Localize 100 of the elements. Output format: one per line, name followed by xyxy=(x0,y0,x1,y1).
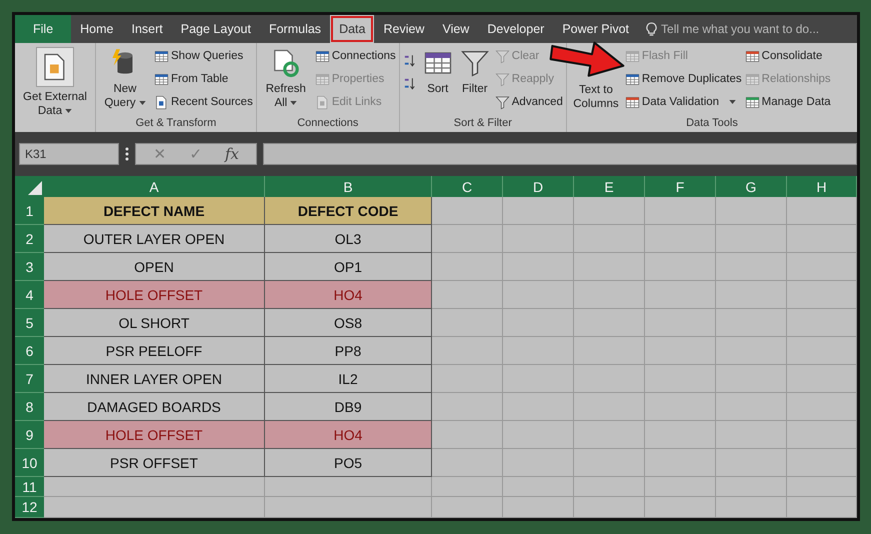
ribbon-tab[interactable]: Home xyxy=(71,15,122,43)
table-cell xyxy=(716,421,787,449)
row-header[interactable]: 4 xyxy=(15,281,44,309)
table-cell xyxy=(787,281,857,309)
ribbon-button[interactable]: Text to Columns xyxy=(568,83,623,111)
ribbon-tab[interactable]: Insert xyxy=(122,15,172,43)
column-header[interactable]: A xyxy=(44,176,265,197)
ribbon-tab[interactable]: Data xyxy=(330,15,374,43)
group-label: Sort & Filter xyxy=(452,117,513,131)
table-cell xyxy=(574,309,645,337)
formula-field[interactable] xyxy=(263,143,857,165)
table-cell xyxy=(574,225,645,253)
table-cell xyxy=(645,393,716,421)
ribbon-tab[interactable]: Review xyxy=(374,15,434,43)
table-cell xyxy=(787,421,857,449)
table-cell xyxy=(716,197,787,225)
group-label: Get & Transform xyxy=(134,117,218,131)
ribbon-button[interactable]: Show Queries xyxy=(153,46,244,66)
ribbon-button[interactable]: Filter xyxy=(456,45,493,96)
table-cell xyxy=(787,449,857,477)
select-all-icon[interactable] xyxy=(28,181,42,195)
table-cell xyxy=(787,197,857,225)
ribbon-button[interactable]: Remove Duplicates xyxy=(624,69,743,89)
column-header[interactable]: G xyxy=(716,176,787,197)
table-cell xyxy=(716,365,787,393)
table-cell xyxy=(787,393,857,421)
table-cell xyxy=(787,365,857,393)
ribbon-button[interactable]: Connections xyxy=(314,46,397,66)
table-cell xyxy=(787,253,857,281)
table-cell: PSR PEELOFF xyxy=(44,337,265,365)
table-cell: HOLE OFFSET xyxy=(44,421,265,449)
ribbon-button[interactable]: Sort xyxy=(420,45,456,96)
formula-button[interactable]: fx xyxy=(214,144,250,164)
table-cell: PSR OFFSET xyxy=(44,449,265,477)
ribbon-button[interactable]: Manage Data xyxy=(744,92,832,112)
ribbon-tab[interactable]: Power Pivot xyxy=(553,15,638,43)
table-cell xyxy=(432,225,503,253)
table-cell: DEFECT NAME xyxy=(44,197,265,225)
column-header[interactable]: F xyxy=(645,176,716,197)
ribbon-button[interactable]: Get External Data xyxy=(17,45,93,118)
ribbon-tab[interactable]: Page Layout xyxy=(172,15,260,43)
table-cell: HO4 xyxy=(265,281,432,309)
table-cell xyxy=(716,477,787,497)
ribbon-button[interactable]: Advanced xyxy=(494,92,564,112)
name-box[interactable]: K31 xyxy=(19,143,119,165)
table-cell xyxy=(645,365,716,393)
table-cell xyxy=(716,497,787,518)
table-cell xyxy=(503,365,574,393)
table-cell xyxy=(432,393,503,421)
ribbon-button[interactable]: Recent Sources xyxy=(153,92,254,112)
column-header[interactable]: B xyxy=(265,176,432,197)
ribbon-button[interactable]: Data Validation xyxy=(624,92,738,112)
table-cell xyxy=(645,449,716,477)
table-icon xyxy=(154,48,169,64)
table-cell xyxy=(503,337,574,365)
ribbon-button[interactable]: New Query xyxy=(98,45,152,110)
table-cell: HO4 xyxy=(265,421,432,449)
ribbon-tab[interactable]: View xyxy=(433,15,478,43)
table-cell xyxy=(574,253,645,281)
search-field[interactable]: Tell me what you want to do... xyxy=(661,22,857,36)
table-cell xyxy=(787,309,857,337)
table-cell xyxy=(574,365,645,393)
table-cell xyxy=(432,477,503,497)
row-header[interactable]: 12 xyxy=(15,497,44,518)
table-icon xyxy=(744,48,760,64)
table-cell xyxy=(503,421,574,449)
ribbon-tab[interactable]: Formulas xyxy=(260,15,330,43)
table-cell xyxy=(503,281,574,309)
row-header[interactable]: 6 xyxy=(15,337,44,365)
table-cell xyxy=(432,421,503,449)
row-header[interactable]: 7 xyxy=(15,365,44,393)
table-cell xyxy=(503,477,574,497)
row-header[interactable]: 2 xyxy=(15,225,44,253)
file-tab[interactable]: File xyxy=(15,15,72,43)
row-header[interactable]: 8 xyxy=(15,393,44,421)
table-cell xyxy=(432,449,503,477)
row-header[interactable]: 5 xyxy=(15,309,44,337)
row-header[interactable]: 9 xyxy=(15,421,44,449)
column-header[interactable]: D xyxy=(503,176,574,197)
grip-icon[interactable] xyxy=(125,147,129,161)
table-cell: INNER LAYER OPEN xyxy=(44,365,265,393)
ribbon-button[interactable]: Consolidate xyxy=(744,46,824,66)
column-header[interactable]: C xyxy=(432,176,503,197)
column-header[interactable]: E xyxy=(574,176,645,197)
ribbon-tab[interactable]: Developer xyxy=(478,15,554,43)
row-header[interactable]: 11 xyxy=(15,477,44,497)
row-header[interactable]: 1 xyxy=(15,197,44,225)
ribbon-button[interactable]: From Table xyxy=(153,69,230,89)
ribbon-button[interactable]: Refresh All xyxy=(258,45,313,110)
table-cell: OUTER LAYER OPEN xyxy=(44,225,265,253)
row-header[interactable]: 3 xyxy=(15,253,44,281)
table-cell xyxy=(645,477,716,497)
table-cell xyxy=(645,497,716,518)
table-cell xyxy=(574,197,645,225)
funnel-icon xyxy=(494,94,510,110)
table-cell xyxy=(574,477,645,497)
column-header[interactable]: H xyxy=(787,176,857,197)
table-icon xyxy=(314,48,330,64)
row-header[interactable]: 10 xyxy=(15,449,44,477)
lightbulb-icon xyxy=(646,22,658,36)
